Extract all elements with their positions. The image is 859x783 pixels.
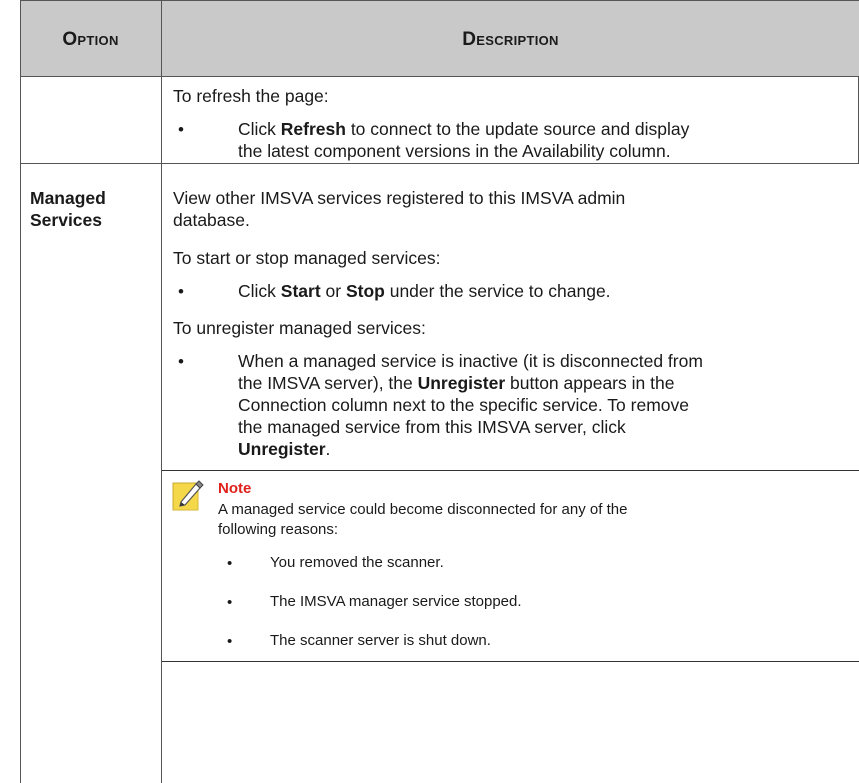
note-line1: A managed service could become disconnec… (218, 501, 628, 518)
unregister-intro: To unregister managed services: (173, 318, 426, 338)
bullet-icon: • (227, 555, 233, 572)
bullet-icon: • (178, 352, 184, 371)
start-stop-intro: To start or stop managed services: (173, 248, 441, 268)
unregister-line3: Connection column next to the specific s… (238, 395, 690, 415)
unregister-line1: When a managed service is inactive (it i… (238, 351, 703, 371)
note-title: Note (218, 480, 252, 497)
unregister-line5: Unregister. (238, 439, 331, 459)
note-item: You removed the scanner. (270, 554, 444, 571)
desc-line1: View other IMSVA services registered to … (173, 188, 626, 208)
column-divider (161, 0, 162, 783)
note-top-rule (162, 470, 859, 471)
bullet-icon: • (178, 282, 184, 301)
table-left-border (20, 0, 21, 783)
note-pencil-icon (172, 478, 206, 512)
option-label-line2: Services (30, 210, 103, 230)
row-divider (20, 163, 859, 164)
header-option: Option (62, 28, 119, 50)
refresh-step-line2: the latest component versions in the Ava… (238, 141, 671, 161)
refresh-step-line1: Click Refresh to connect to the update s… (238, 119, 690, 139)
header-description: Description (462, 28, 559, 50)
bullet-icon: • (227, 633, 233, 650)
note-bottom-rule (162, 661, 859, 662)
option-label-line1: Managed (30, 188, 106, 208)
note-item: The IMSVA manager service stopped. (270, 593, 522, 610)
desc-line2: database. (173, 210, 250, 230)
bullet-icon: • (178, 120, 184, 139)
unregister-line4: the managed service from this IMSVA serv… (238, 417, 626, 437)
start-stop-step: Click Start or Stop under the service to… (238, 281, 611, 301)
unregister-line2: the IMSVA server), the Unregister button… (238, 373, 675, 393)
bullet-icon: • (227, 594, 233, 611)
note-line2: following reasons: (218, 521, 339, 538)
options-table: Option Description To refresh the page: … (20, 0, 859, 783)
refresh-intro: To refresh the page: (173, 86, 329, 106)
table-header: Option Description (20, 0, 859, 77)
note-item: The scanner server is shut down. (270, 632, 491, 649)
